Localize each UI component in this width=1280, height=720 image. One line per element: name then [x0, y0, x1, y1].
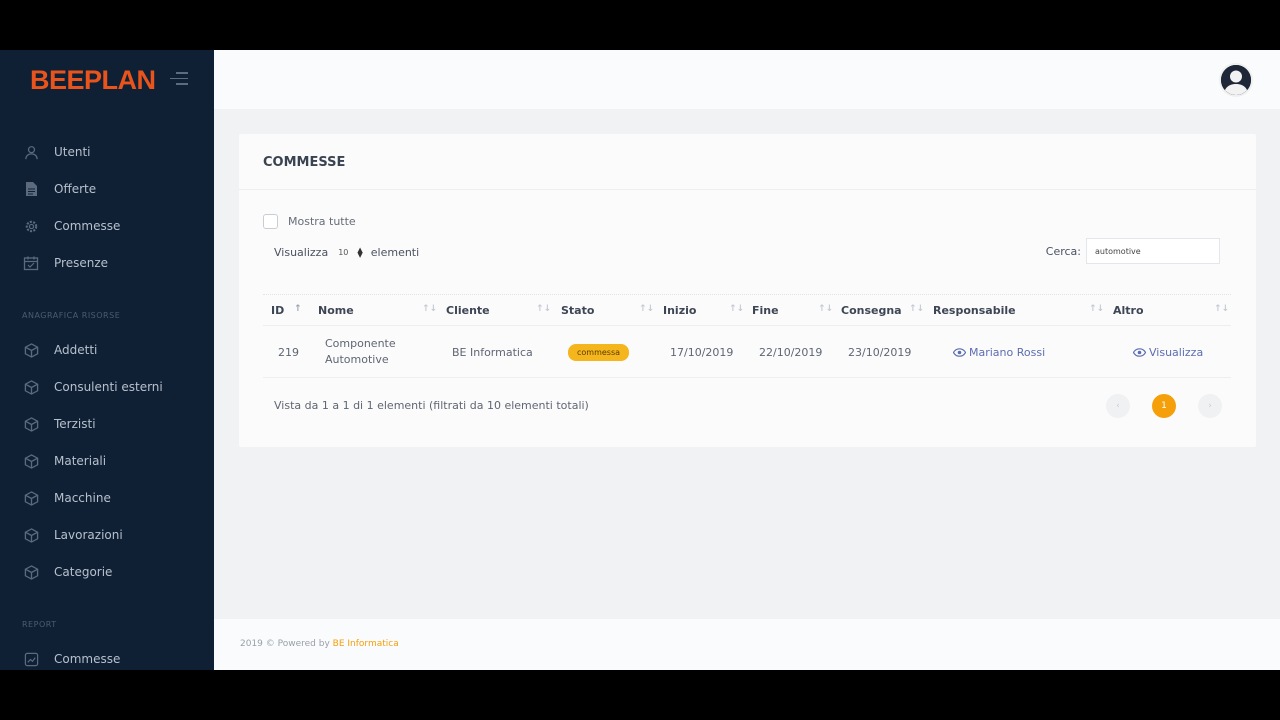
visualizza-link[interactable]: Visualizza — [1133, 346, 1203, 359]
sidebar-item-lavorazioni[interactable]: Lavorazioni — [22, 524, 123, 546]
cube-icon — [22, 489, 40, 507]
user-avatar-icon — [1221, 65, 1251, 95]
footer-link[interactable]: BE Informatica — [333, 639, 399, 649]
sidebar-item-terzisti[interactable]: Terzisti — [22, 413, 96, 435]
app-window: BEEPLAN Utenti Offerte Commesse Presenze… — [0, 50, 1280, 670]
table-info: Vista da 1 a 1 di 1 elementi (filtrati d… — [274, 399, 589, 412]
cell-inizio: 17/10/2019 — [670, 345, 734, 359]
cell-nome: Componente Automotive — [325, 337, 396, 366]
cell-responsabile: Mariano Rossi — [953, 326, 1045, 378]
sidebar-item-label: Addetti — [54, 343, 98, 357]
sidebar-item-presenze[interactable]: Presenze — [22, 252, 108, 274]
column-header-fine[interactable]: Fine ↑↓ — [752, 295, 833, 326]
page-length-value: 10 — [338, 248, 349, 257]
table-row: 219 Componente Automotive BE Informatica… — [263, 326, 1231, 378]
chart-icon — [22, 650, 40, 668]
cube-icon — [22, 452, 40, 470]
cell-stato: commessa — [568, 326, 630, 378]
sidebar-item-addetti[interactable]: Addetti — [22, 339, 97, 361]
show-all-row: Mostra tutte — [263, 214, 356, 229]
eye-icon — [1133, 347, 1146, 357]
length-prefix: Visualizza — [274, 246, 329, 259]
cell-id: 219 — [278, 345, 299, 359]
cube-icon — [22, 341, 40, 359]
cell-fine: 22/10/2019 — [759, 345, 823, 359]
sidebar-item-label: Offerte — [54, 182, 97, 196]
sidebar-item-label: Commesse — [54, 652, 121, 666]
sidebar: BEEPLAN Utenti Offerte Commesse Presenze… — [0, 50, 214, 670]
column-header-stato[interactable]: Stato ↑↓ — [561, 295, 654, 326]
brand-logo[interactable]: BEEPLAN — [30, 65, 156, 95]
footer: 2019 © Powered by BE Informatica — [214, 619, 1280, 670]
sidebar-item-materiali[interactable]: Materiali — [22, 450, 106, 472]
sidebar-item-label: Consulenti esterni — [54, 380, 163, 394]
responsabile-link[interactable]: Mariano Rossi — [953, 346, 1045, 359]
sidebar-item-label: Terzisti — [54, 417, 96, 431]
menu-toggle-icon[interactable] — [170, 72, 188, 86]
column-header-altro[interactable]: Altro ↑↓ — [1113, 295, 1229, 326]
commesse-table: ID ↑ Nome ↑↓ Cliente ↑↓ Stato ↑↓ Inizio ↑↓ Fi… — [263, 294, 1231, 378]
column-header-responsabile[interactable]: Responsabile ↑↓ — [933, 295, 1104, 326]
divider — [239, 189, 1256, 190]
column-header-inizio[interactable]: Inizio ↑↓ — [663, 295, 744, 326]
sidebar-item-label: Commesse — [54, 219, 121, 233]
page-title: COMMESSE — [263, 155, 346, 170]
cube-icon — [22, 563, 40, 581]
column-header-consegna[interactable]: Consegna ↑↓ — [841, 295, 924, 326]
page-length-select[interactable]: 10 ▲ ▼ — [338, 245, 363, 259]
cube-icon — [22, 526, 40, 544]
search-input[interactable] — [1086, 238, 1220, 264]
table-header: ID ↑ Nome ↑↓ Cliente ↑↓ Stato ↑↓ Inizio ↑↓ Fi… — [263, 294, 1231, 326]
user-icon — [22, 143, 40, 161]
footer-text: 2019 © Powered by BE Informatica — [240, 639, 399, 649]
select-arrows-icon: ▲ ▼ — [357, 245, 363, 259]
section-title-report: Report — [22, 620, 57, 629]
cell-altro: Visualizza — [1133, 326, 1203, 378]
pagination-page-1[interactable]: 1 — [1152, 394, 1176, 418]
show-all-checkbox[interactable] — [263, 214, 278, 229]
sidebar-item-label: Categorie — [54, 565, 113, 579]
sidebar-item-categorie[interactable]: Categorie — [22, 561, 112, 583]
avatar[interactable] — [1219, 63, 1253, 97]
search-control: Cerca: — [1046, 238, 1220, 264]
top-bar — [214, 50, 1280, 109]
cell-cliente: BE Informatica — [452, 345, 533, 359]
column-header-id[interactable]: ID ↑ — [271, 295, 311, 326]
gear-icon — [22, 217, 40, 235]
brand-name: BEEPLAN — [30, 64, 156, 95]
page-length-control: Visualizza 10 ▲ ▼ elementi — [274, 246, 419, 259]
sidebar-item-report-commesse[interactable]: Commesse — [22, 648, 120, 670]
column-header-cliente[interactable]: Cliente ↑↓ — [446, 295, 551, 326]
cell-consegna: 23/10/2019 — [848, 345, 912, 359]
sidebar-item-utenti[interactable]: Utenti — [22, 141, 91, 163]
search-label: Cerca: — [1045, 244, 1081, 258]
document-icon — [22, 180, 40, 198]
section-title-risorse: Anagrafica risorse — [22, 311, 121, 320]
cube-icon — [22, 378, 40, 396]
sidebar-item-label: Presenze — [54, 256, 108, 270]
sidebar-item-offerte[interactable]: Offerte — [22, 178, 96, 200]
calendar-icon — [22, 254, 40, 272]
sidebar-item-label: Utenti — [54, 145, 91, 159]
column-header-nome[interactable]: Nome ↑↓ — [318, 295, 438, 326]
sidebar-item-commesse[interactable]: Commesse — [22, 215, 120, 237]
sidebar-item-macchine[interactable]: Macchine — [22, 487, 111, 509]
commesse-card: COMMESSE Mostra tutte Visualizza 10 ▲ ▼ e… — [239, 134, 1256, 447]
show-all-label: Mostra tutte — [288, 215, 356, 228]
pagination-next-button[interactable]: › — [1198, 394, 1222, 418]
pagination-prev-button[interactable]: ‹ — [1106, 394, 1130, 418]
sidebar-item-label: Macchine — [54, 491, 111, 505]
sidebar-item-label: Lavorazioni — [54, 528, 123, 542]
status-badge: commessa — [568, 343, 630, 361]
sidebar-item-label: Materiali — [54, 454, 107, 468]
length-suffix: elementi — [370, 246, 420, 259]
eye-icon — [953, 347, 966, 357]
cube-icon — [22, 415, 40, 433]
sidebar-item-consulenti-esterni[interactable]: Consulenti esterni — [22, 376, 163, 398]
